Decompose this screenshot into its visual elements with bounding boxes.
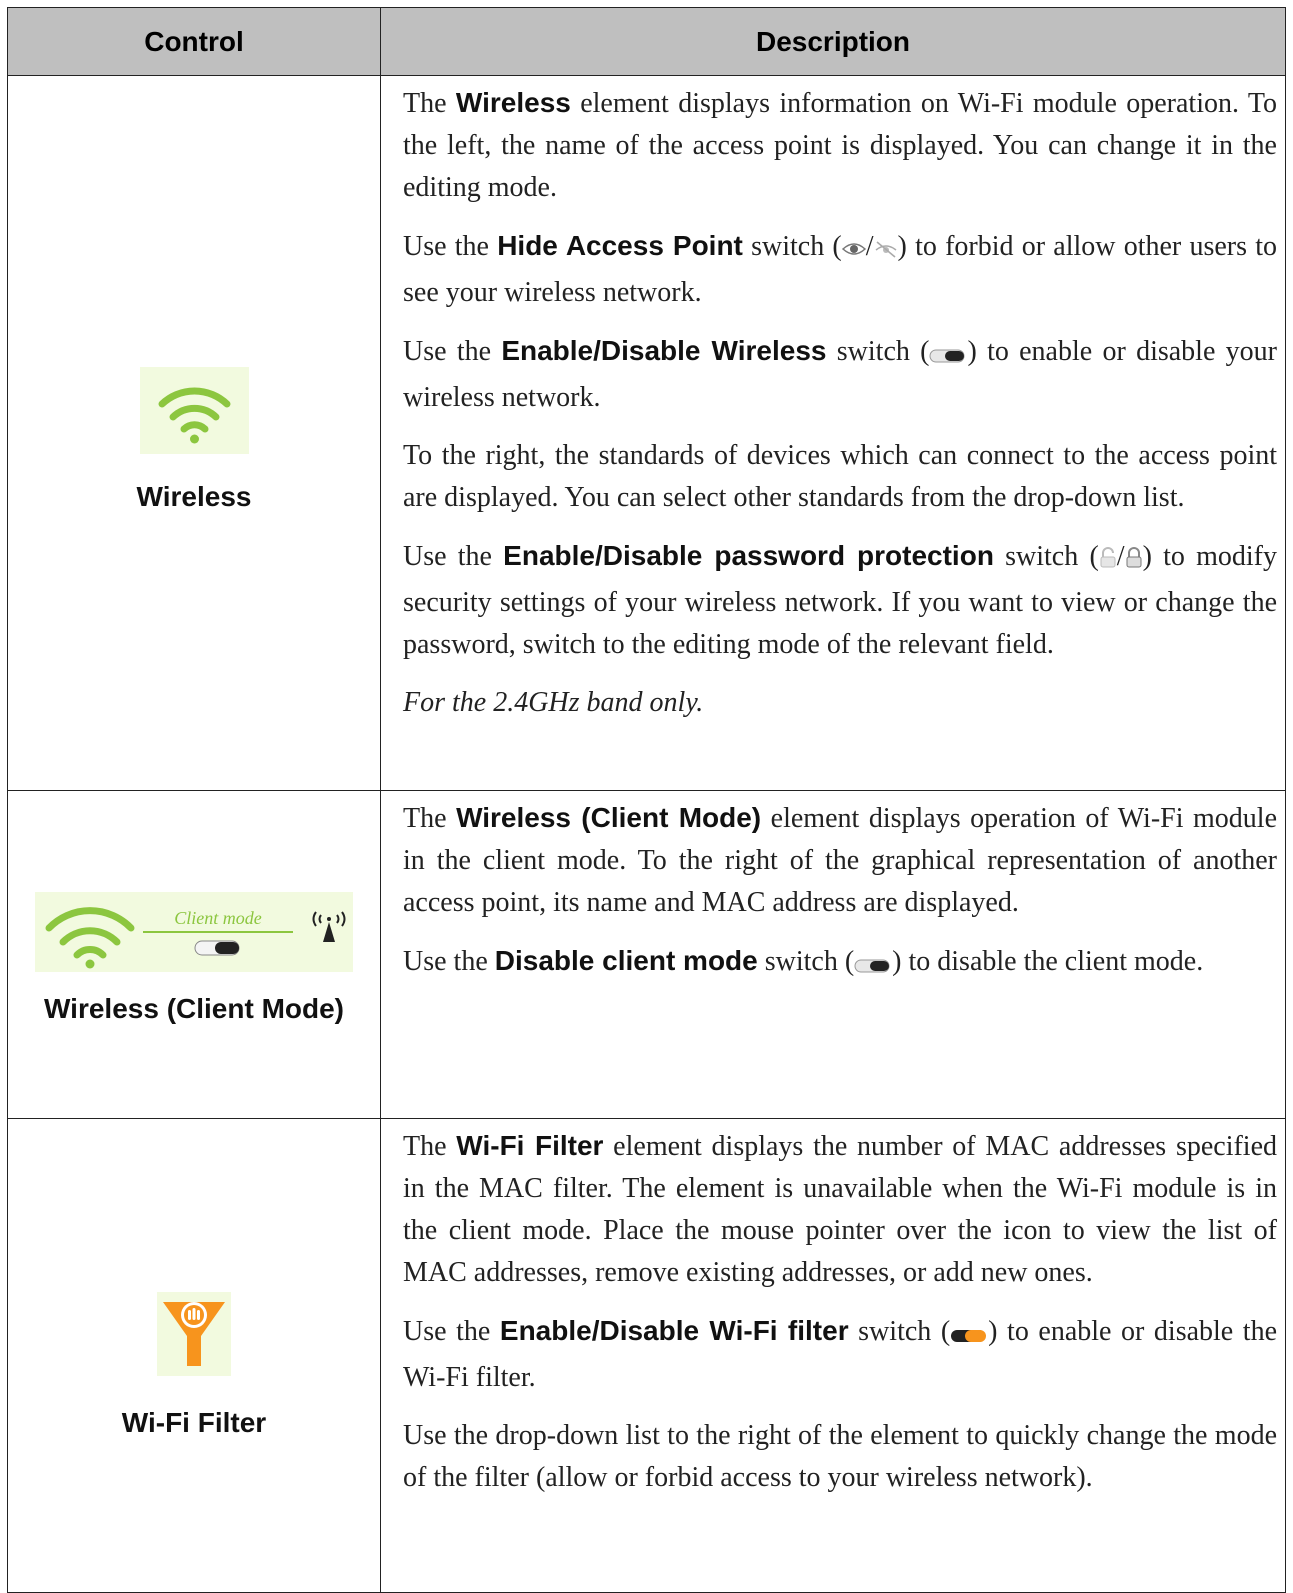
desc-paragraph: The Wireless element displays informatio…: [403, 87, 1278, 203]
wifi-filter-funnel-icon: [157, 1292, 231, 1376]
description-cell: The Wi-Fi Filter element displays the nu…: [380, 1118, 1286, 1593]
control-name-wifi-filter: Wi-Fi Filter: [121, 1407, 267, 1438]
description-cell: The Wireless element displays informatio…: [380, 75, 1286, 791]
control-name-wireless-client-mode: Wireless (Client Mode): [43, 993, 344, 1024]
desc-paragraph: To the right, the standards of devices w…: [403, 440, 1277, 513]
header-description: Description: [380, 7, 1286, 76]
table-row: Wireless The Wireless element displays i…: [7, 75, 1286, 791]
separator: /: [1116, 541, 1125, 572]
desc-paragraph: Use the Hide Access Point switch (/) to …: [403, 230, 1277, 308]
table-row: Client mode Wireless (Client Mode) The W…: [7, 790, 1286, 1119]
toggle-switch-icon: [929, 335, 967, 377]
eye-icon: [841, 230, 866, 272]
controls-table: Control Description Wireless The Wireles…: [7, 7, 1286, 1593]
control-cell: Wi-Fi Filter: [7, 1118, 381, 1593]
client-mode-label: Client mode: [174, 908, 262, 928]
separator: /: [865, 231, 874, 262]
desc-paragraph: Use the Disable client mode switch () to…: [403, 940, 1277, 987]
table-row: Wi-Fi Filter The Wi-Fi Filter element di…: [7, 1118, 1286, 1593]
desc-paragraph: Use the Enable/Disable Wi-Fi filter swit…: [403, 1315, 1277, 1393]
control-cell: Client mode Wireless (Client Mode): [7, 790, 381, 1119]
header-control: Control: [7, 7, 381, 76]
orange-toggle-switch-icon: [950, 1315, 988, 1357]
control-name-wireless: Wireless: [136, 481, 252, 512]
lock-open-icon: [1099, 540, 1117, 582]
desc-paragraph: Use the drop-down list to the right of t…: [403, 1420, 1277, 1493]
toggle-switch-icon: [854, 945, 892, 987]
description-cell: The Wireless (Client Mode) element displ…: [380, 790, 1286, 1119]
wifi-client-mode-icon: Client mode: [35, 892, 353, 972]
eye-crossed-icon: [874, 230, 898, 272]
lock-closed-icon: [1125, 540, 1143, 582]
desc-note: For the 2.4GHz band only.: [403, 687, 704, 718]
desc-paragraph: The Wireless (Client Mode) element displ…: [403, 802, 1278, 918]
table-header-row: Control Description: [7, 7, 1286, 76]
desc-paragraph: The Wi-Fi Filter element displays the nu…: [403, 1130, 1278, 1288]
control-cell: Wireless: [7, 75, 381, 791]
wifi-signal-icon: [139, 367, 249, 454]
desc-paragraph: Use the Enable/Disable Wireless switch (…: [403, 335, 1277, 413]
desc-paragraph: Use the Enable/Disable password protecti…: [403, 540, 1277, 660]
